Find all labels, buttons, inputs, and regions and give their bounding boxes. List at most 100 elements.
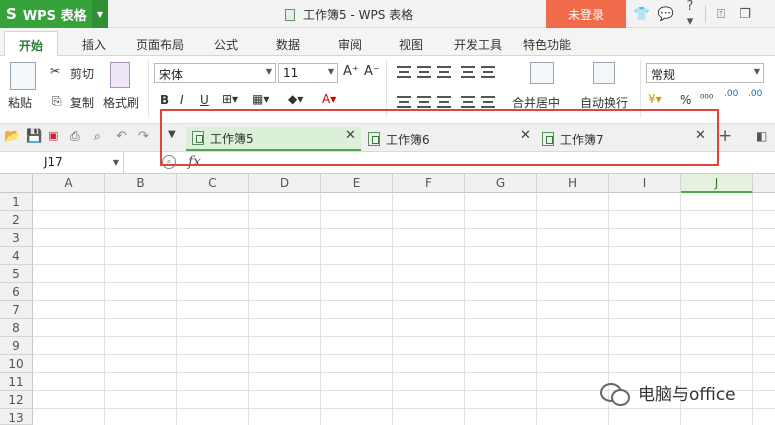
row-header[interactable]: 9 (0, 337, 33, 355)
column-header[interactable]: G (465, 174, 537, 193)
save-icon[interactable]: 💾 (26, 129, 42, 145)
tab-bar-highlight-box (160, 109, 719, 166)
justify-icon[interactable] (461, 96, 475, 108)
decrease-decimal-button[interactable]: .00 (748, 89, 762, 99)
print-preview-icon[interactable]: ⌕ (94, 129, 110, 145)
font-grow-button[interactable]: A⁺ (343, 64, 359, 79)
column-header[interactable]: F (393, 174, 465, 193)
chat-icon[interactable]: 💬 (654, 7, 678, 22)
chevron-down-icon: ▼ (112, 158, 119, 167)
row-header[interactable]: 2 (0, 211, 33, 229)
tab-page-layout[interactable]: 页面布局 (136, 36, 184, 53)
increase-decimal-button[interactable]: .00 (724, 89, 738, 99)
title-divider (705, 5, 706, 23)
row-header[interactable]: 11 (0, 373, 33, 391)
paste-button[interactable]: 粘贴 (8, 94, 32, 111)
number-format-select[interactable]: 常规 ▼ (646, 63, 764, 83)
align-right-icon[interactable] (437, 96, 451, 108)
italic-button[interactable]: I (180, 93, 184, 107)
tab-special[interactable]: 特色功能 (523, 36, 571, 53)
font-name-select[interactable]: 宋体 ▼ (154, 63, 276, 83)
copy-button[interactable]: 复制 (70, 94, 94, 111)
row-header[interactable]: 7 (0, 301, 33, 319)
print-icon[interactable]: ⎙ (70, 129, 86, 145)
row-header[interactable]: 3 (0, 229, 33, 247)
wechat-icon (600, 381, 630, 406)
align-top-icon[interactable] (397, 66, 411, 78)
row-header[interactable]: 13 (0, 409, 33, 425)
decrease-indent-icon[interactable] (461, 66, 475, 78)
font-size-select[interactable]: 11 ▼ (278, 63, 338, 83)
column-header[interactable]: H (537, 174, 609, 193)
thousands-icon[interactable]: ⁰⁰⁰ (700, 92, 713, 105)
column-header[interactable]: A (33, 174, 105, 193)
distributed-icon[interactable] (481, 96, 495, 108)
login-button[interactable]: 未登录 (546, 0, 626, 28)
row-header[interactable]: 10 (0, 355, 33, 373)
increase-indent-icon[interactable] (481, 66, 495, 78)
open-folder-icon[interactable]: 📂 (4, 129, 20, 145)
underline-button[interactable]: U (200, 93, 209, 107)
wps-app-menu-button[interactable]: S WPS 表格 (0, 0, 92, 28)
scissors-icon[interactable]: ✂ (50, 64, 60, 78)
help-icon[interactable]: ?▾ (678, 0, 702, 29)
chevron-down-icon: ▼ (265, 67, 272, 76)
minimize-icon[interactable]: ⍐ (709, 7, 733, 22)
format-painter-icon[interactable] (110, 62, 130, 88)
chevron-down-icon: ▼ (327, 67, 334, 76)
cut-button[interactable]: 剪切 (70, 65, 94, 82)
currency-icon[interactable]: ¥▾ (648, 92, 662, 106)
borders-icon[interactable]: ⊞▾ (222, 92, 238, 106)
column-header[interactable]: B (105, 174, 177, 193)
align-left-icon[interactable] (397, 96, 411, 108)
bold-button[interactable]: B (160, 93, 169, 107)
menu-bar: 开始 插入 页面布局 公式 数据 审阅 视图 开发工具 特色功能 (0, 28, 775, 57)
row-header[interactable]: 1 (0, 193, 33, 211)
percent-button[interactable]: % (680, 93, 691, 107)
row-header[interactable]: 8 (0, 319, 33, 337)
tab-data[interactable]: 数据 (276, 36, 300, 53)
tab-developer[interactable]: 开发工具 (454, 36, 502, 53)
tab-review[interactable]: 审阅 (338, 36, 362, 53)
document-icon (285, 8, 295, 21)
chevron-down-icon: ▼ (753, 67, 760, 76)
restore-icon[interactable]: ❐ (733, 7, 757, 22)
tab-formulas[interactable]: 公式 (214, 36, 238, 53)
row-header[interactable]: 12 (0, 391, 33, 409)
wrap-text-icon[interactable] (593, 62, 615, 84)
tab-view[interactable]: 视图 (399, 36, 423, 53)
tab-home[interactable]: 开始 (4, 31, 59, 57)
fill-color-icon[interactable]: ◆▾ (288, 92, 303, 106)
paste-icon[interactable] (10, 62, 36, 90)
column-header-partial[interactable] (753, 174, 775, 193)
row-header[interactable]: 4 (0, 247, 33, 265)
row-header[interactable]: 5 (0, 265, 33, 283)
font-shrink-button[interactable]: A⁻ (364, 64, 380, 79)
align-bottom-icon[interactable] (437, 66, 451, 78)
name-box[interactable]: J17 ▼ (0, 152, 124, 174)
shirt-icon[interactable]: 👕 (630, 7, 654, 22)
column-header[interactable]: D (249, 174, 321, 193)
new-tab-icon[interactable]: + (718, 126, 732, 146)
undo-icon[interactable]: ↶ (116, 129, 132, 145)
column-header-active[interactable]: J (681, 174, 753, 193)
app-menu-dropdown-icon[interactable]: ▼ (92, 0, 108, 28)
column-header[interactable]: E (321, 174, 393, 193)
column-header[interactable]: C (177, 174, 249, 193)
export-pdf-icon[interactable]: ▣ (48, 129, 64, 145)
row-header[interactable]: 6 (0, 283, 33, 301)
copy-icon[interactable]: ⎘ (52, 94, 62, 109)
align-middle-icon[interactable] (417, 66, 431, 78)
format-painter-button[interactable]: 格式刷 (103, 94, 139, 111)
column-header[interactable]: I (609, 174, 681, 193)
title-icons: 👕 💬 ?▾ ⍐ ❐ (630, 0, 757, 29)
watermark: 电脑与office (600, 380, 736, 406)
redo-icon[interactable]: ↷ (138, 129, 154, 145)
cell-style-icon[interactable]: ▦▾ (252, 92, 269, 106)
font-color-icon[interactable]: A▾ (322, 92, 336, 106)
tab-insert[interactable]: 插入 (82, 36, 106, 53)
align-center-icon[interactable] (417, 96, 431, 108)
merge-center-icon[interactable] (530, 62, 554, 84)
select-all-corner[interactable] (0, 174, 33, 193)
tab-options-icon[interactable]: ◧ (756, 129, 772, 145)
